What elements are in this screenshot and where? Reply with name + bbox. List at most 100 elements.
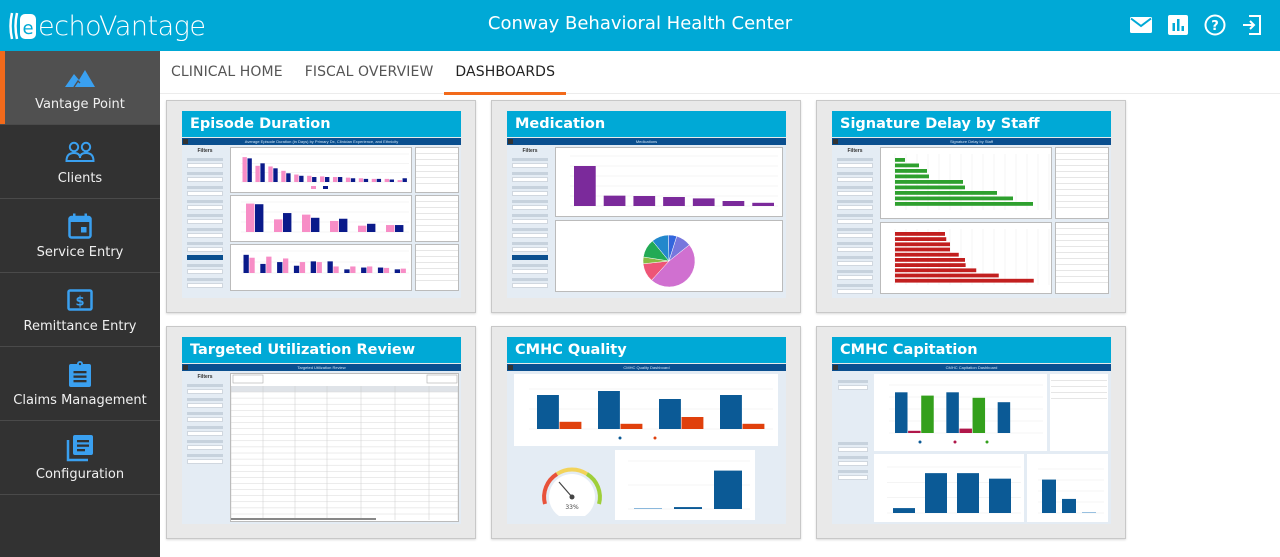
sidebar-item-clients[interactable]: Clients	[0, 125, 160, 199]
bar	[659, 399, 681, 429]
bar	[714, 470, 742, 509]
sidebar-item-remittance-entry[interactable]: $ Remittance Entry	[0, 273, 160, 347]
preview-header: Signature Delay by Staff	[832, 138, 1111, 145]
gauge-hub	[569, 494, 575, 500]
bar	[720, 395, 742, 429]
tab-clinical-home[interactable]: CLINICAL HOME	[160, 51, 294, 94]
bar	[339, 218, 348, 232]
mountain-icon	[65, 63, 95, 93]
bar	[674, 507, 702, 509]
reports-icon[interactable]	[1166, 13, 1190, 37]
bar	[367, 223, 376, 232]
preview-header: Medications	[507, 138, 786, 145]
bar	[972, 397, 986, 433]
gauge-arc	[555, 467, 589, 476]
preview-header: CMHC Quality Dashboard	[507, 364, 786, 371]
bar	[895, 258, 965, 262]
bar	[394, 269, 400, 273]
legend-mark	[953, 440, 957, 444]
bar	[302, 214, 311, 232]
bar	[337, 177, 343, 182]
bar	[537, 395, 559, 429]
bar	[598, 391, 620, 429]
dashboard-card-cmhc-capitation[interactable]: CMHC Capitation CMHC Capitation Dashboar…	[816, 326, 1126, 539]
logout-icon[interactable]	[1240, 13, 1264, 37]
legend-mark	[311, 186, 316, 189]
bar	[895, 242, 950, 247]
sidebar-item-label: Service Entry	[36, 245, 124, 260]
dashboard-preview: Targeted Utilization Review Filters	[182, 364, 461, 524]
preview-filters: Filters	[834, 147, 876, 297]
tab-fiscal-overview[interactable]: FISCAL OVERVIEW	[294, 51, 445, 94]
bar	[574, 166, 596, 206]
bar	[266, 256, 272, 273]
svg-text:?: ?	[1211, 19, 1219, 34]
preview-header: CMHC Capitation Dashboard	[832, 364, 1111, 371]
tab-dashboards[interactable]: DASHBOARDS	[444, 51, 566, 95]
sidebar-item-label: Remittance Entry	[23, 319, 137, 334]
help-icon[interactable]: ?	[1203, 13, 1227, 37]
preview-chart-delay-days	[880, 222, 1052, 294]
bar	[367, 266, 373, 273]
bar	[895, 278, 1034, 283]
preview-chart-experience	[230, 195, 412, 242]
bar	[283, 213, 292, 232]
bar	[895, 163, 919, 168]
users-icon	[65, 137, 95, 167]
bar	[895, 158, 905, 162]
dashboard-card-cmhc-quality[interactable]: CMHC Quality CMHC Quality Dashboard 33%	[491, 326, 801, 539]
table-header	[231, 386, 458, 392]
clipboard-icon	[65, 359, 95, 389]
bar	[345, 177, 351, 182]
bar	[371, 178, 377, 182]
bar	[692, 198, 715, 206]
bar	[281, 170, 286, 182]
dashboard-card-episode-duration[interactable]: Episode Duration Average Episode Duratio…	[166, 100, 476, 313]
bar	[243, 254, 249, 273]
bar	[559, 421, 582, 429]
bar	[895, 273, 999, 278]
legend-mark	[323, 186, 328, 189]
bar	[397, 180, 402, 182]
preview-chart-ethnicity	[230, 244, 412, 291]
preview-table	[415, 195, 459, 242]
preview-filters	[835, 376, 871, 480]
scrollbar	[231, 518, 376, 520]
bar	[921, 395, 934, 433]
bar	[247, 158, 252, 182]
bar	[350, 178, 356, 182]
bar	[402, 178, 407, 182]
sidebar-item-claims-management[interactable]: Claims Management	[0, 347, 160, 421]
sidebar-item-configuration[interactable]: Configuration	[0, 421, 160, 495]
dashboard-card-title: Signature Delay by Staff	[832, 111, 1111, 137]
preview-table	[415, 147, 459, 193]
bar	[997, 402, 1011, 433]
bar	[989, 478, 1011, 513]
bar	[895, 191, 997, 195]
preview-chart-capitation-amounts	[874, 374, 1047, 451]
bar	[946, 392, 959, 433]
bar	[286, 173, 291, 182]
dashboard-card-targeted-utilization-review[interactable]: Targeted Utilization Review Targeted Uti…	[166, 326, 476, 539]
bar	[752, 202, 774, 206]
dashboard-preview: CMHC Capitation Dashboard	[832, 364, 1111, 524]
bar	[316, 262, 322, 273]
bar	[332, 177, 338, 182]
dashboard-preview: CMHC Quality Dashboard 33%	[507, 364, 786, 524]
bar	[350, 266, 356, 273]
sidebar-item-service-entry[interactable]: Service Entry	[0, 199, 160, 273]
bar	[895, 180, 963, 184]
filters-label: Filters	[522, 148, 538, 154]
sidebar-item-vantage-point[interactable]: Vantage Point	[0, 51, 160, 125]
bar	[895, 185, 965, 190]
bar	[1062, 498, 1076, 513]
dashboard-card-title: Episode Duration	[182, 111, 461, 137]
bar	[384, 178, 390, 182]
mail-icon[interactable]	[1129, 13, 1153, 37]
bar	[363, 178, 369, 182]
bar	[358, 225, 367, 232]
preview-header: Average Episode Duration (in Days) by Pr…	[182, 138, 461, 145]
dashboard-card-medication[interactable]: Medication Medications Filters	[491, 100, 801, 313]
svg-text:$: $	[75, 295, 84, 310]
dashboard-card-signature-delay[interactable]: Signature Delay by Staff Signature Delay…	[816, 100, 1126, 313]
